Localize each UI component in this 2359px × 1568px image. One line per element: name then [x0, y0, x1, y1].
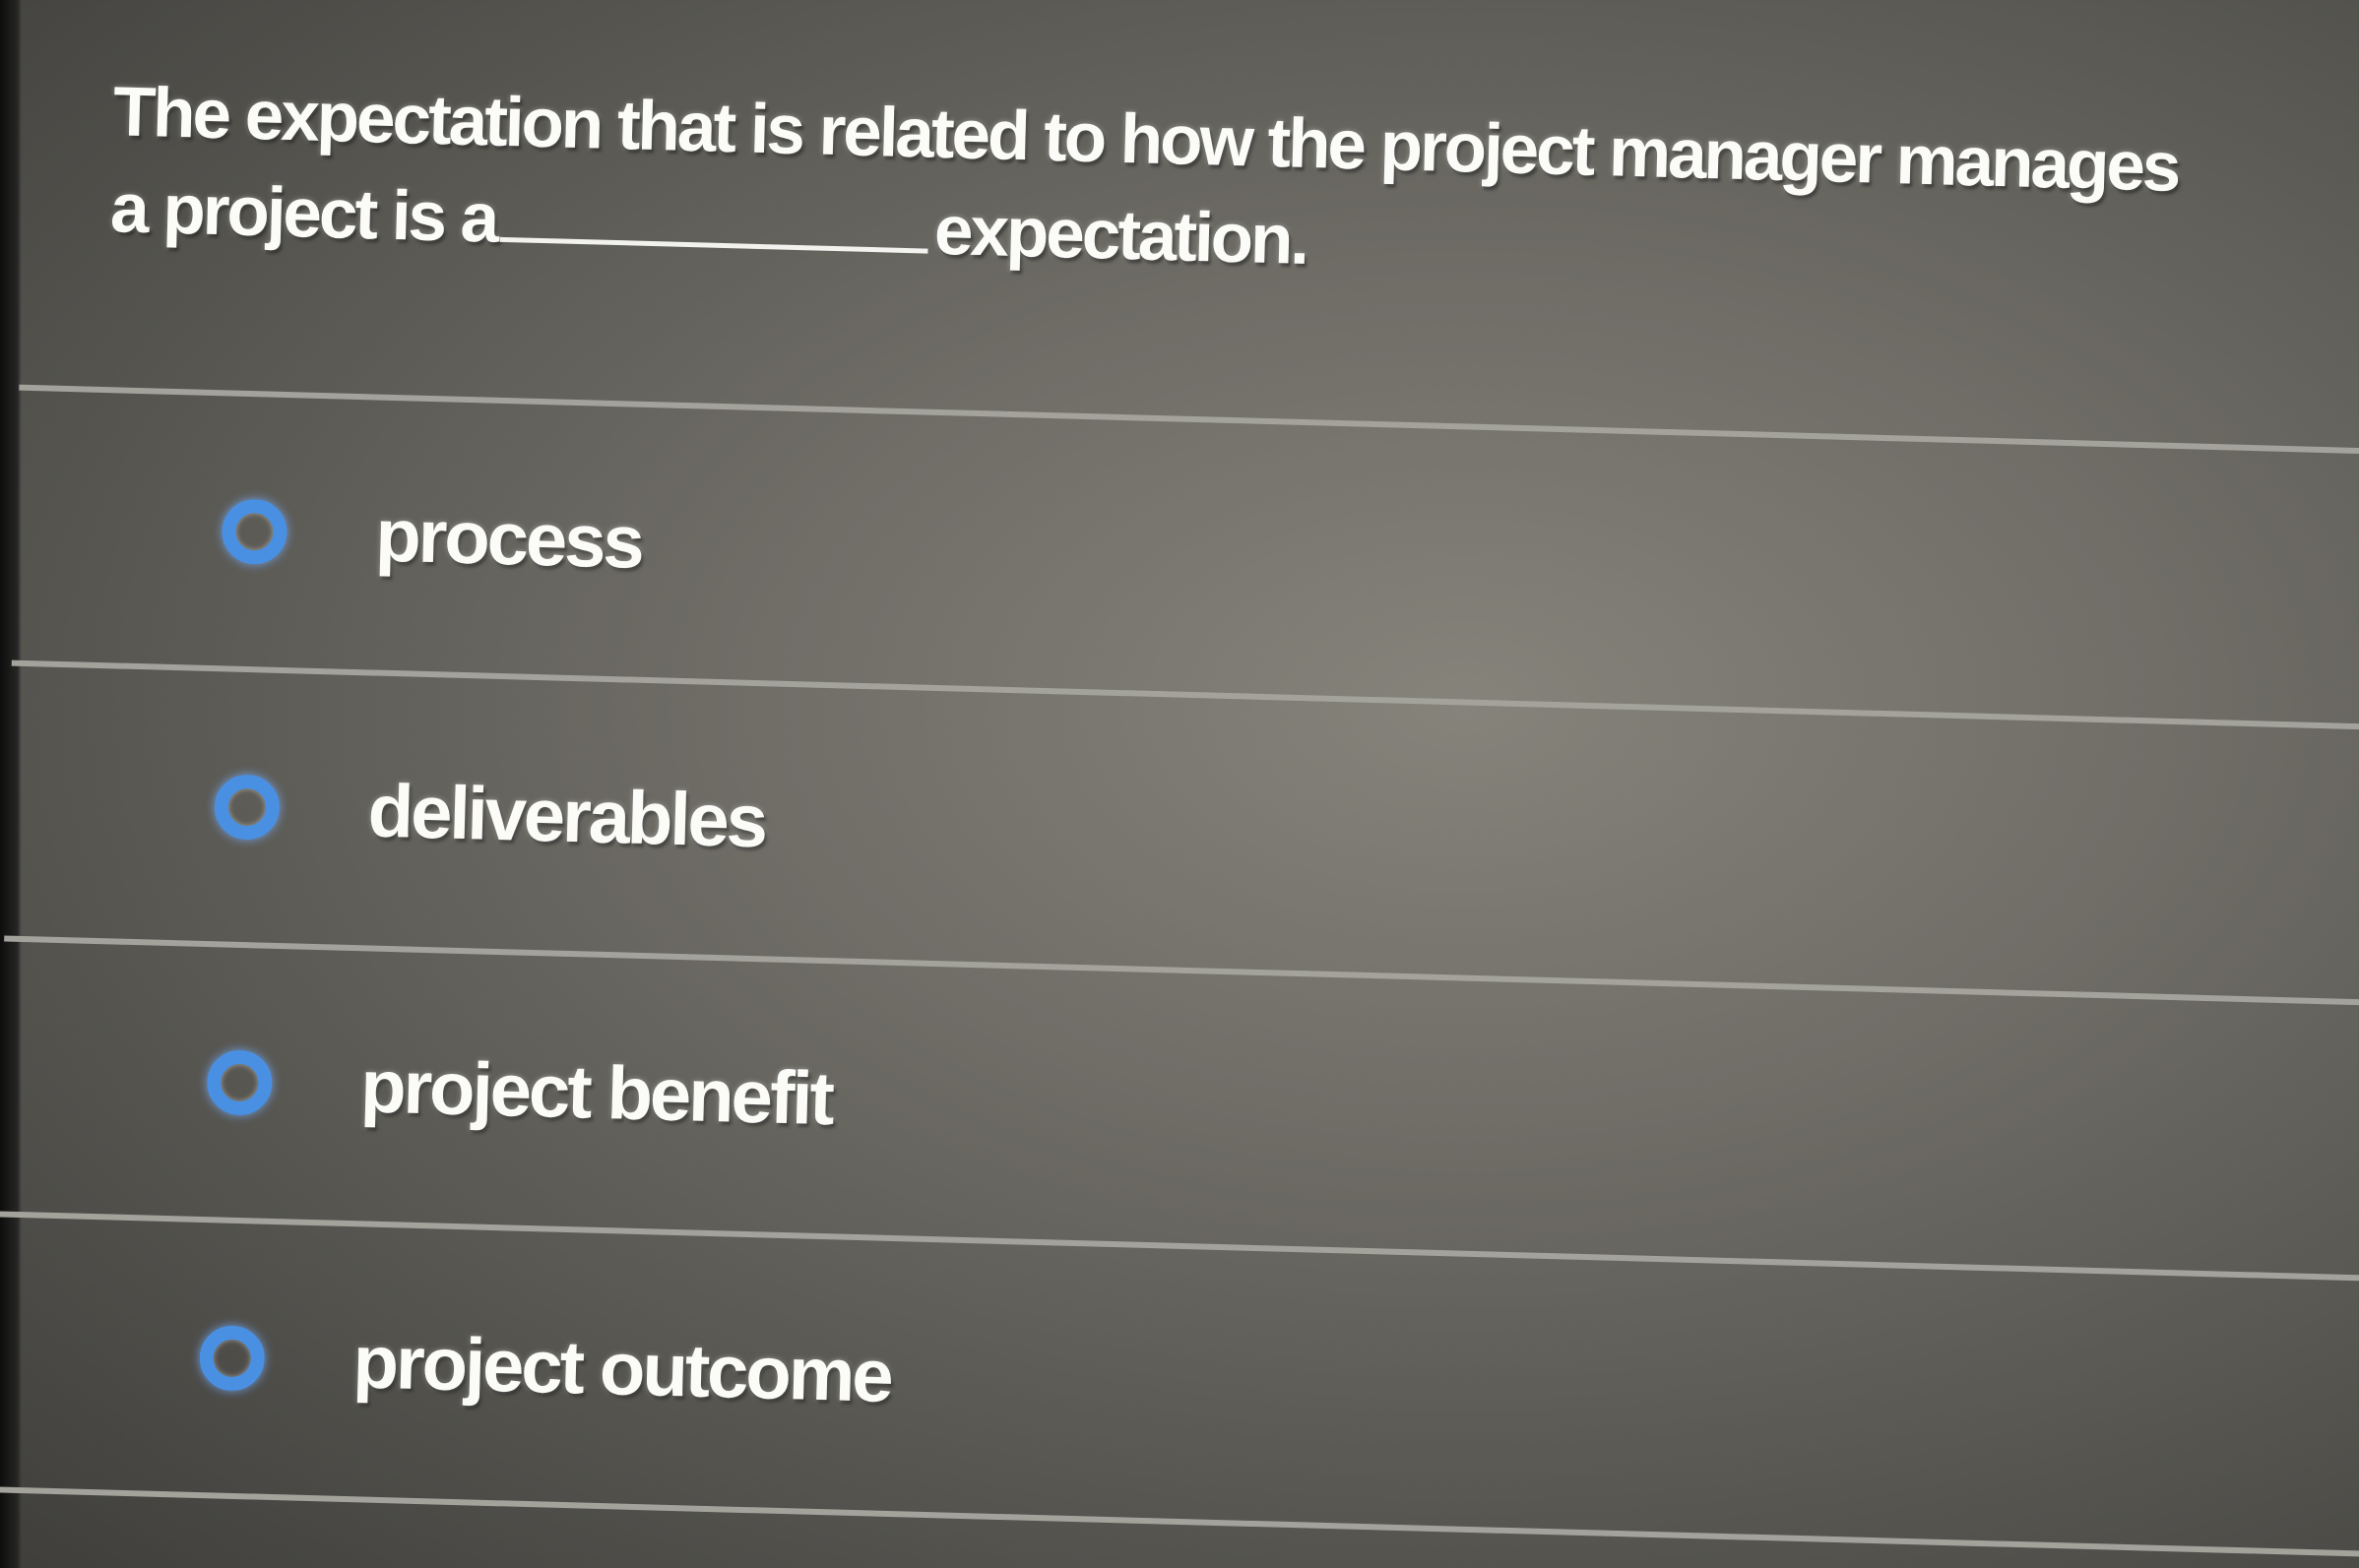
radio-button-icon[interactable] — [206, 1049, 274, 1116]
radio-button-icon[interactable] — [221, 498, 288, 566]
question-line-2-end: expectation. — [933, 191, 1308, 280]
answer-blank — [499, 181, 930, 254]
option-label: deliverables — [366, 768, 767, 863]
answer-options: process deliverables project benefit pro… — [0, 384, 2359, 1557]
radio-button-icon[interactable] — [214, 774, 281, 841]
option-label: process — [374, 493, 643, 585]
question-line-2-start: a project is a — [109, 169, 498, 258]
option-label: project outcome — [351, 1319, 892, 1418]
quiz-question-panel: The expectation that is related to how t… — [0, 0, 2359, 1568]
option-label: project benefit — [359, 1043, 833, 1141]
question-text: The expectation that is related to how t… — [109, 64, 2359, 318]
radio-button-icon[interactable] — [198, 1325, 266, 1392]
